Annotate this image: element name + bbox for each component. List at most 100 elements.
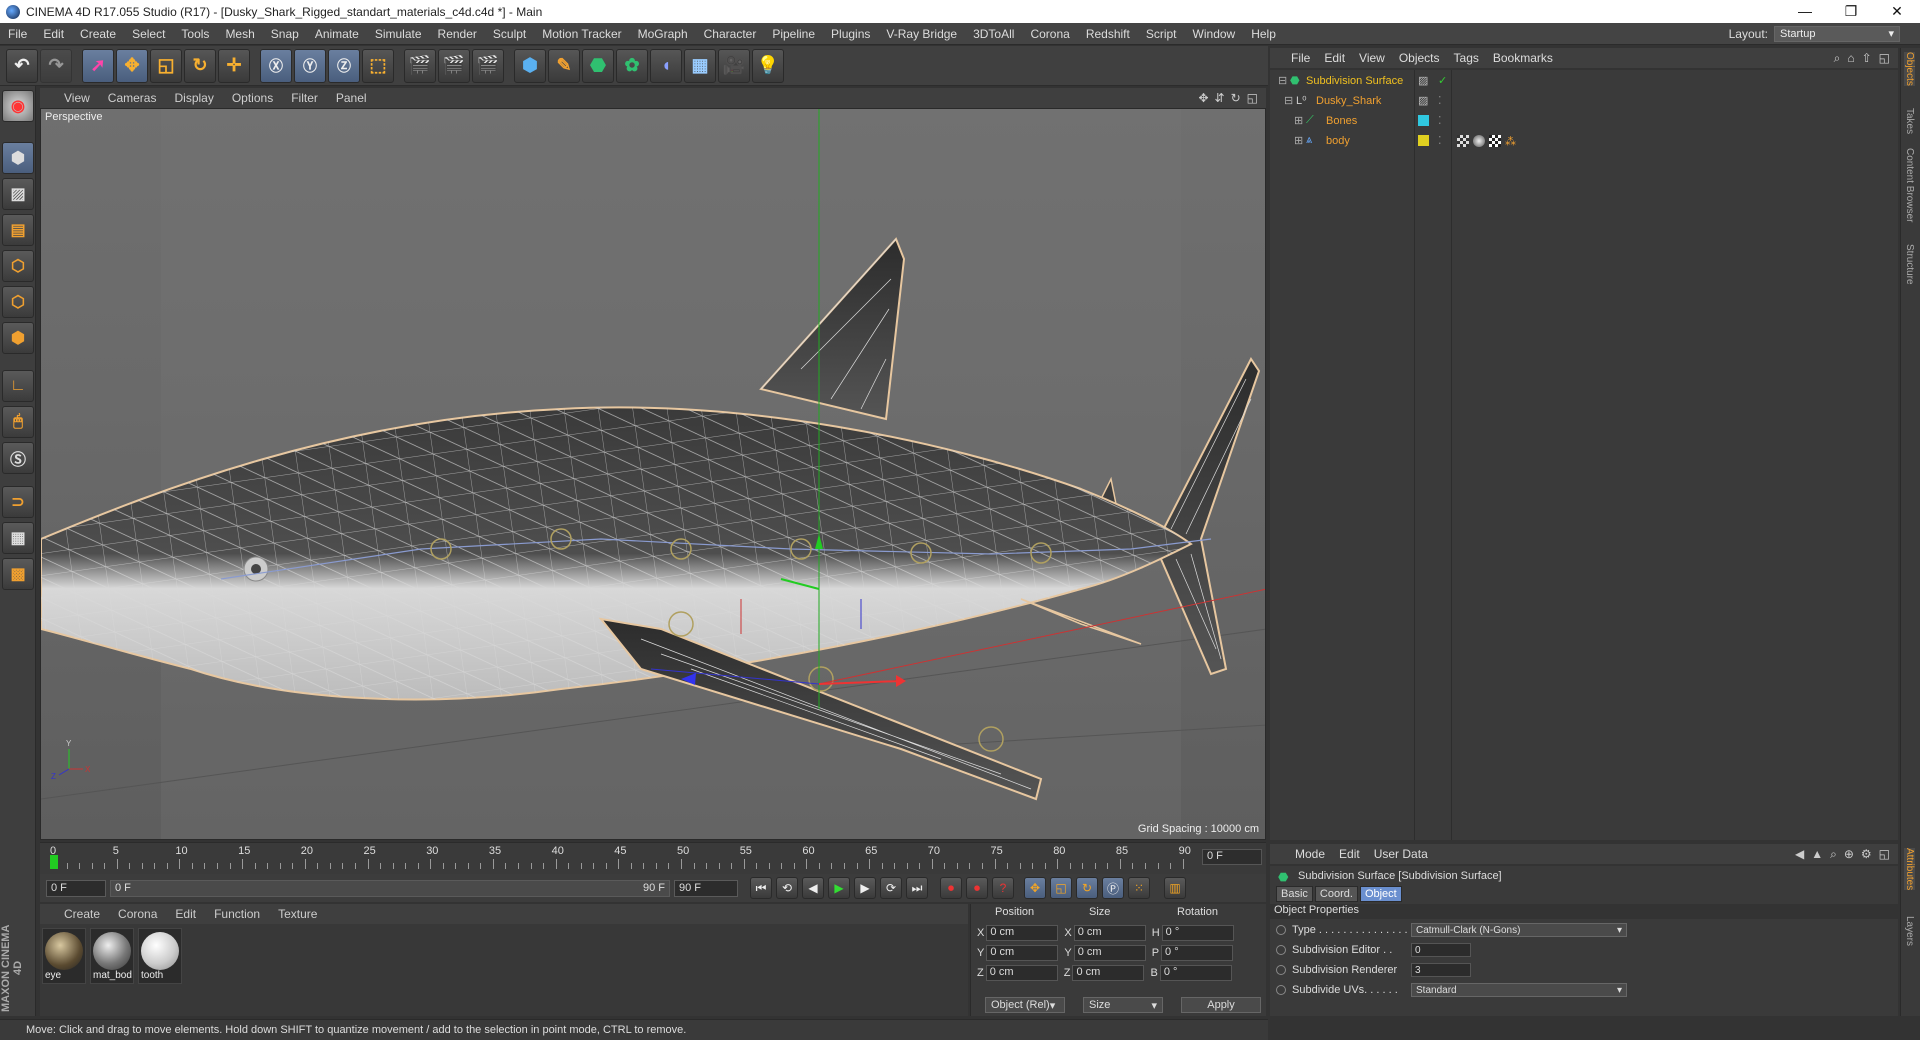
scale-tool-button[interactable]: ◱: [150, 48, 182, 83]
menu-simulate[interactable]: Simulate: [367, 27, 430, 41]
coordinate-mode-select[interactable]: Object (Rel) ▾: [985, 997, 1065, 1013]
side-tab-layers[interactable]: Layers: [1904, 916, 1915, 946]
viewport-menu-filter[interactable]: Filter: [282, 91, 327, 105]
axis-mode-button[interactable]: ∟: [2, 370, 34, 402]
animate-radio[interactable]: [1276, 985, 1286, 995]
next-frame-button[interactable]: ▶: [854, 877, 876, 899]
menu-3dtoall[interactable]: 3DToAll: [965, 27, 1022, 41]
frame-ruler[interactable]: 0 5 10 15 20 25 30 35 40 45 50 55 60 65 70 75 80 85 90: [48, 845, 1200, 871]
menu-motion-tracker[interactable]: Motion Tracker: [534, 27, 629, 41]
autokeying-button[interactable]: ⏺: [966, 877, 988, 899]
x-axis-lock-button[interactable]: Ⓧ: [260, 48, 292, 83]
previous-key-button[interactable]: ⟲: [776, 877, 798, 899]
layer-color-swatch[interactable]: [1418, 115, 1429, 126]
menu-snap[interactable]: Snap: [263, 27, 307, 41]
maximize-icon[interactable]: ◱: [1247, 91, 1258, 105]
material-menu-corona[interactable]: Corona: [109, 907, 166, 921]
side-tab-takes[interactable]: Takes: [1904, 108, 1915, 134]
menu-edit[interactable]: Edit: [35, 27, 72, 41]
back-arrow-icon[interactable]: ◀: [1795, 847, 1804, 862]
attributes-menu-edit[interactable]: Edit: [1332, 847, 1367, 861]
texture-tag-icon[interactable]: [1457, 134, 1469, 147]
coordinate-system-button[interactable]: ⬚: [362, 48, 394, 83]
tweak-mode-button[interactable]: 🖱: [2, 406, 34, 438]
material-menu-function[interactable]: Function: [205, 907, 269, 921]
texture-mode-button[interactable]: ▨: [2, 178, 34, 210]
objects-menu-view[interactable]: View: [1352, 51, 1392, 65]
expand-icon[interactable]: ⊞: [1294, 134, 1303, 147]
record-keys-button[interactable]: ⏺: [940, 877, 962, 899]
side-tab-structure[interactable]: Structure: [1904, 244, 1915, 285]
preview-range-slider[interactable]: 0 F 90 F: [110, 879, 670, 897]
attributes-menu-user-data[interactable]: User Data: [1367, 847, 1435, 861]
mograph-cloner-button[interactable]: ✿: [616, 48, 648, 83]
menu-sculpt[interactable]: Sculpt: [485, 27, 534, 41]
minimize-icon[interactable]: —: [1782, 3, 1828, 20]
transform-tool-button[interactable]: ✛: [218, 48, 250, 83]
visibility-dots-icon[interactable]: ⁚: [1438, 114, 1442, 127]
move-tool-button[interactable]: ✥: [116, 48, 148, 83]
render-picture-viewer-button[interactable]: 🎬: [438, 48, 470, 83]
object-row-subdivision-surface[interactable]: ⊟ ⬣ Subdivision Surface ▨ ✓: [1270, 72, 1898, 89]
visibility-dots-icon[interactable]: ⁚: [1438, 134, 1442, 147]
lock-icon[interactable]: ⊕: [1844, 847, 1854, 862]
locked-workplane-button[interactable]: ▦: [2, 522, 34, 554]
tab-basic[interactable]: Basic: [1276, 886, 1313, 902]
expand-icon[interactable]: ⊞: [1294, 114, 1303, 127]
record-rotation-button[interactable]: ↻: [1076, 877, 1098, 899]
perspective-viewport[interactable]: Y X Z Perspective Grid Spacing : 10000 c…: [40, 108, 1266, 840]
menu-help[interactable]: Help: [1243, 27, 1284, 41]
record-point-level-button[interactable]: ⁙: [1128, 877, 1150, 899]
undo-button[interactable]: ↶: [6, 48, 38, 83]
menu-create[interactable]: Create: [72, 27, 124, 41]
layer-visibility-icon[interactable]: ▨: [1418, 94, 1428, 107]
pan-icon[interactable]: ✥: [1198, 91, 1208, 105]
position-z-field[interactable]: 0 cm: [985, 965, 1058, 981]
object-row-dusky-shark[interactable]: ⊟ L⁰ Dusky_Shark ▨ ⁚: [1270, 92, 1898, 109]
cube-primitive-button[interactable]: ⬢: [514, 48, 546, 83]
polygons-mode-button[interactable]: ⬢: [2, 322, 34, 354]
subdivision-editor-field[interactable]: 0: [1411, 943, 1471, 957]
home-icon[interactable]: ⌂: [1847, 51, 1854, 66]
animate-radio[interactable]: [1276, 945, 1286, 955]
viewport-menu-cameras[interactable]: Cameras: [99, 91, 166, 105]
collapse-icon[interactable]: ⊟: [1278, 74, 1287, 87]
up-arrow-icon[interactable]: ▲: [1811, 847, 1823, 862]
menu-corona[interactable]: Corona: [1022, 27, 1077, 41]
edges-mode-button[interactable]: ⬡: [2, 286, 34, 318]
menu-render[interactable]: Render: [430, 27, 485, 41]
end-frame-field[interactable]: 90 F: [674, 879, 738, 897]
size-y-field[interactable]: 0 cm: [1073, 945, 1146, 961]
dolly-icon[interactable]: ⇵: [1215, 91, 1225, 105]
apply-button[interactable]: Apply: [1181, 997, 1261, 1013]
type-select[interactable]: Catmull-Clark (N-Gons) ▾: [1411, 923, 1627, 937]
viewport-menu-view[interactable]: View: [40, 91, 99, 105]
record-parameter-button[interactable]: Ⓟ: [1102, 877, 1124, 899]
size-x-field[interactable]: 0 cm: [1073, 925, 1146, 941]
side-tab-objects[interactable]: Objects: [1904, 52, 1915, 86]
rotation-h-field[interactable]: 0 °: [1161, 925, 1234, 941]
deformer-button[interactable]: ◖: [650, 48, 682, 83]
enabled-check-icon[interactable]: ✓: [1438, 74, 1447, 87]
timeline-window-button[interactable]: ▥: [1164, 877, 1186, 899]
menu-redshift[interactable]: Redshift: [1078, 27, 1138, 41]
restore-icon[interactable]: ❐: [1828, 3, 1874, 20]
magnet-button[interactable]: ⊃: [2, 486, 34, 518]
side-tab-attributes[interactable]: Attributes: [1904, 848, 1915, 891]
planar-workplane-button[interactable]: ▩: [2, 558, 34, 590]
play-button[interactable]: ▶: [828, 877, 850, 899]
menu-character[interactable]: Character: [696, 27, 765, 41]
live-selection-button[interactable]: ➚: [82, 48, 114, 83]
visibility-dots-icon[interactable]: ⁚: [1438, 94, 1442, 107]
light-button[interactable]: 💡: [752, 48, 784, 83]
objects-menu-bookmarks[interactable]: Bookmarks: [1486, 51, 1560, 65]
checker-tag-icon[interactable]: [1489, 134, 1501, 147]
menu-window[interactable]: Window: [1185, 27, 1244, 41]
next-key-button[interactable]: ⟳: [880, 877, 902, 899]
viewport-menu-panel[interactable]: Panel: [327, 91, 376, 105]
subdivision-renderer-field[interactable]: 3: [1411, 963, 1471, 977]
subdivision-generator-button[interactable]: ⬣: [582, 48, 614, 83]
camera-button[interactable]: 🎥: [718, 48, 750, 83]
rotation-b-field[interactable]: 0 °: [1159, 965, 1232, 981]
material-swatch-tooth[interactable]: tooth: [138, 928, 182, 984]
